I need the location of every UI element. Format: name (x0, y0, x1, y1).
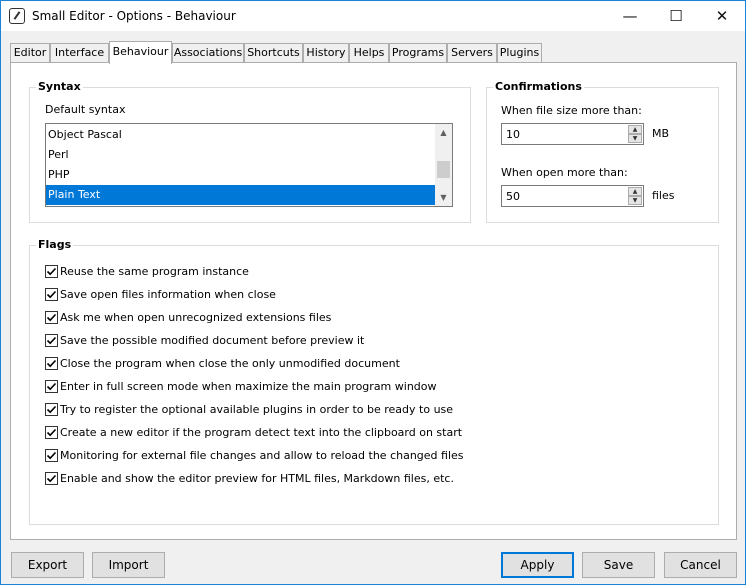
export-button[interactable]: Export (11, 552, 84, 578)
default-syntax-label: Default syntax (45, 103, 126, 116)
save-button[interactable]: Save (582, 552, 655, 578)
confirmations-group-title: Confirmations (493, 80, 584, 93)
checkbox-checked-icon[interactable] (45, 403, 58, 416)
file-size-label: When file size more than: (501, 104, 642, 117)
tab-editor[interactable]: Editor (10, 43, 50, 62)
import-button[interactable]: Import (92, 552, 165, 578)
open-files-spinner[interactable]: 50 ▲ ▼ (501, 185, 644, 207)
file-size-spinner[interactable]: 10 ▲ ▼ (501, 123, 644, 145)
apply-button[interactable]: Apply (501, 552, 574, 578)
list-item-selected[interactable]: Plain Text (46, 185, 435, 205)
open-files-value[interactable]: 50 (506, 190, 520, 203)
open-files-unit: files (652, 189, 675, 202)
flags-group-title: Flags (36, 238, 74, 251)
spin-up-icon[interactable]: ▲ (628, 125, 642, 134)
minimize-button[interactable]: — (607, 1, 653, 31)
title-bar[interactable]: Small Editor - Options - Behaviour — ☐ ✕ (1, 1, 745, 31)
list-item[interactable]: Object Pascal (46, 125, 435, 145)
maximize-button[interactable]: ☐ (653, 1, 699, 31)
flag-label: Monitoring for external file changes and… (60, 449, 464, 462)
spin-up-icon[interactable]: ▲ (628, 187, 642, 196)
tab-shortcuts[interactable]: Shortcuts (244, 43, 303, 62)
tab-plugins[interactable]: Plugins (497, 43, 542, 62)
cancel-button[interactable]: Cancel (664, 552, 737, 578)
flag-label: Close the program when close the only un… (60, 357, 400, 370)
tab-servers[interactable]: Servers (447, 43, 497, 62)
checkbox-checked-icon[interactable] (45, 426, 58, 439)
tab-behaviour[interactable]: Behaviour (109, 41, 172, 64)
checkbox-checked-icon[interactable] (45, 288, 58, 301)
spin-down-icon[interactable]: ▼ (628, 134, 642, 143)
tab-interface[interactable]: Interface (50, 43, 109, 62)
flag-label: Ask me when open unrecognized extensions… (60, 311, 332, 324)
flag-label: Reuse the same program instance (60, 265, 249, 278)
tab-history[interactable]: History (303, 43, 349, 62)
close-button[interactable]: ✕ (699, 1, 745, 31)
syntax-group-title: Syntax (36, 80, 83, 93)
file-size-value[interactable]: 10 (506, 128, 520, 141)
window-title: Small Editor - Options - Behaviour (32, 9, 236, 23)
scroll-down-icon[interactable]: ▼ (435, 189, 452, 206)
scroll-up-icon[interactable]: ▲ (435, 124, 452, 141)
tab-helps[interactable]: Helps (349, 43, 389, 62)
spin-down-icon[interactable]: ▼ (628, 196, 642, 205)
open-files-label: When open more than: (501, 166, 628, 179)
checkbox-checked-icon[interactable] (45, 449, 58, 462)
flag-label: Enter in full screen mode when maximize … (60, 380, 437, 393)
tab-associations[interactable]: Associations (172, 43, 244, 62)
tab-programs[interactable]: Programs (389, 43, 447, 62)
syntax-scrollbar[interactable]: ▲ ▼ (435, 124, 452, 206)
list-item[interactable]: Perl (46, 145, 435, 165)
checkbox-checked-icon[interactable] (45, 380, 58, 393)
checkbox-checked-icon[interactable] (45, 357, 58, 370)
checkbox-checked-icon[interactable] (45, 472, 58, 485)
flag-label: Enable and show the editor preview for H… (60, 472, 454, 485)
checkbox-checked-icon[interactable] (45, 334, 58, 347)
list-item[interactable]: PHP (46, 165, 435, 185)
app-icon (9, 8, 25, 24)
options-window: Small Editor - Options - Behaviour — ☐ ✕… (0, 0, 746, 585)
flag-label: Save open files information when close (60, 288, 276, 301)
flag-label: Save the possible modified document befo… (60, 334, 365, 347)
flag-label: Create a new editor if the program detec… (60, 426, 463, 439)
syntax-listbox[interactable]: Object Pascal Perl PHP Plain Text ▲ ▼ (45, 123, 453, 207)
scroll-thumb[interactable] (437, 161, 450, 178)
flag-label: Try to register the optional available p… (60, 403, 454, 416)
file-size-unit: MB (652, 127, 670, 140)
checkbox-checked-icon[interactable] (45, 265, 58, 278)
checkbox-checked-icon[interactable] (45, 311, 58, 324)
